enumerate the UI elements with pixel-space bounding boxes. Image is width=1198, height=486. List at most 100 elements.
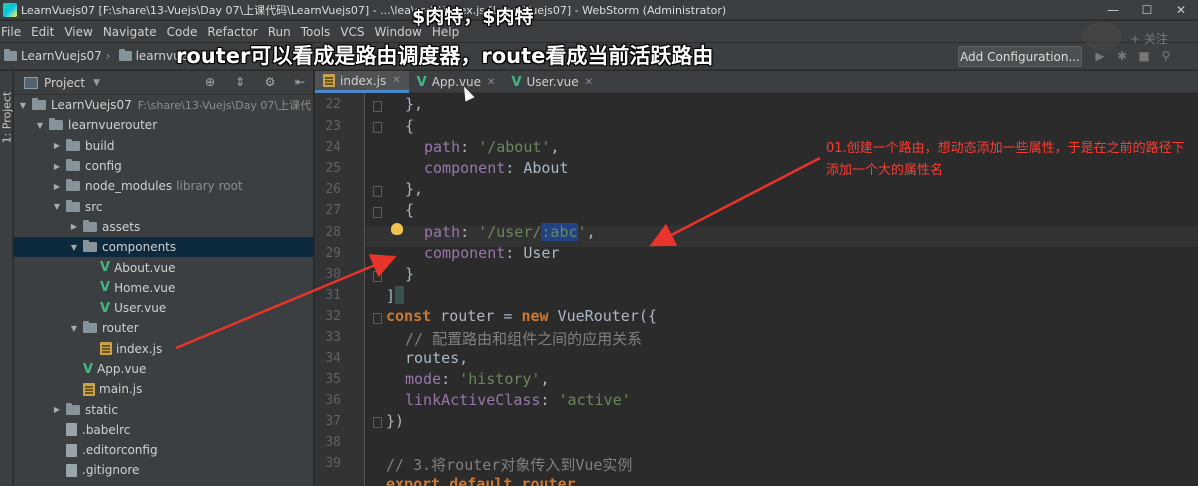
folder-icon bbox=[32, 98, 46, 111]
chevron-down-icon[interactable]: ▼ bbox=[52, 202, 62, 211]
tree-item[interactable]: ▶ node_modules library root bbox=[14, 176, 314, 196]
line-number: 22 bbox=[325, 97, 341, 112]
locate-icon[interactable]: ⊕ bbox=[201, 75, 219, 89]
menu-refactor[interactable]: Refactor bbox=[202, 25, 262, 39]
menu-code[interactable]: Code bbox=[162, 25, 203, 39]
chevron-down-icon[interactable]: ▼ bbox=[93, 78, 100, 88]
tree-item[interactable]: .babelrc bbox=[14, 420, 314, 440]
chevron-right-icon[interactable]: ▶ bbox=[52, 182, 62, 191]
menu-edit[interactable]: Edit bbox=[26, 25, 59, 39]
menu-file[interactable]: File bbox=[0, 25, 26, 39]
editor-tab-label: App.vue bbox=[431, 75, 482, 89]
project-tool-window-button[interactable]: 1: Project bbox=[0, 92, 13, 144]
chevron-right-icon[interactable]: ▶ bbox=[69, 222, 79, 231]
line-number: 37 bbox=[325, 414, 341, 429]
stop-icon[interactable]: ■ bbox=[1136, 49, 1152, 63]
tree-item[interactable]: ▶ assets bbox=[14, 217, 314, 237]
minimize-icon[interactable]: — bbox=[1096, 0, 1130, 20]
editor-tab[interactable]: index.js ✕ bbox=[315, 71, 409, 93]
left-tool-stripe: 1: Project bbox=[0, 71, 13, 486]
tree-item[interactable]: ▼ src bbox=[14, 196, 314, 216]
breadcrumb-separator-icon: › bbox=[105, 49, 111, 63]
line-number: 32 bbox=[325, 309, 341, 324]
code-line-39: // 3.将router对象传入到Vue实例 bbox=[386, 456, 633, 474]
fold-marker-icon[interactable] bbox=[373, 207, 382, 218]
line-number: 36 bbox=[325, 393, 341, 408]
fold-marker-icon[interactable] bbox=[373, 122, 382, 133]
tree-item[interactable]: V Home.vue bbox=[14, 278, 314, 298]
tree-item-label: node_modules bbox=[85, 179, 173, 194]
run-icon[interactable]: ▶ bbox=[1092, 49, 1108, 63]
code-line-31: ] bbox=[386, 286, 405, 305]
line-number: 31 bbox=[325, 288, 341, 303]
tree-item[interactable]: ▼ LearnVuejs07 F:\share\13-Vuejs\Day 07\上课… bbox=[14, 95, 314, 115]
chevron-down-icon[interactable]: ▼ bbox=[18, 101, 28, 110]
project-view-selector[interactable]: Project bbox=[44, 76, 85, 90]
tree-item-label: index.js bbox=[116, 341, 163, 356]
tree-item-hint: F:\share\13-Vuejs\Day 07\上课代 bbox=[137, 99, 312, 113]
tree-item[interactable]: .gitignore bbox=[14, 460, 314, 480]
search-icon[interactable]: ⚲ bbox=[1158, 49, 1174, 63]
chevron-down-icon[interactable]: ▼ bbox=[69, 324, 79, 333]
menu-navigate[interactable]: Navigate bbox=[98, 25, 162, 39]
menu-view[interactable]: View bbox=[59, 25, 97, 39]
tree-item-label: LearnVuejs07 bbox=[51, 98, 132, 113]
close-icon[interactable]: ✕ bbox=[1164, 0, 1198, 20]
line-number: 28 bbox=[325, 225, 341, 240]
fold-marker-icon[interactable] bbox=[373, 313, 382, 324]
close-tab-icon[interactable]: ✕ bbox=[392, 75, 400, 86]
fold-marker-icon[interactable] bbox=[373, 101, 382, 112]
editor-tabs: index.js ✕ V App.vue ✕ V User.vue ✕ bbox=[315, 71, 1198, 93]
hide-icon[interactable]: ⇤ bbox=[291, 75, 309, 89]
tree-item[interactable]: ▶ config bbox=[14, 156, 314, 176]
tree-item[interactable]: index.js bbox=[14, 339, 314, 359]
debug-icon[interactable]: ✱ bbox=[1114, 49, 1130, 63]
tree-item[interactable]: V User.vue bbox=[14, 298, 314, 318]
chevron-right-icon[interactable]: ▶ bbox=[52, 141, 62, 150]
tree-item[interactable]: ▼ components bbox=[14, 237, 314, 258]
fold-marker-icon[interactable] bbox=[373, 417, 382, 428]
tree-item[interactable]: V App.vue bbox=[14, 359, 314, 379]
tree-item[interactable]: ▼ router bbox=[14, 318, 314, 338]
tree-item[interactable]: .editorconfig bbox=[14, 440, 314, 460]
gear-icon[interactable]: ⚙ bbox=[261, 75, 279, 89]
editor-tab-label: User.vue bbox=[526, 75, 579, 89]
project-panel-actions: ⊕ ⇕ ⚙ ⇤ bbox=[189, 75, 309, 89]
chevron-down-icon[interactable]: ▼ bbox=[35, 121, 45, 130]
menu-run[interactable]: Run bbox=[263, 25, 296, 39]
tree-item[interactable]: V About.vue bbox=[14, 257, 314, 277]
breadcrumb-project[interactable]: LearnVuejs07 bbox=[4, 49, 102, 63]
menu-vcs[interactable]: VCS bbox=[335, 25, 369, 39]
tree-item[interactable]: main.js bbox=[14, 379, 314, 399]
vue-file-icon: V bbox=[511, 74, 522, 90]
vue-file-icon: V bbox=[100, 260, 111, 276]
file-icon bbox=[66, 463, 77, 477]
folder-icon bbox=[4, 49, 17, 61]
line-number: 33 bbox=[325, 330, 341, 345]
chevron-right-icon[interactable]: ▶ bbox=[52, 162, 62, 171]
run-configuration-dropdown[interactable]: Add Configuration... bbox=[958, 46, 1082, 67]
code-line-36: linkActiveClass: 'active' bbox=[405, 391, 631, 409]
vue-file-icon: V bbox=[83, 361, 94, 377]
chevron-right-icon[interactable]: ▶ bbox=[52, 405, 62, 414]
tree-item[interactable]: ▶ build bbox=[14, 136, 314, 156]
tree-item[interactable]: ▶ static bbox=[14, 399, 314, 419]
breadcrumb-project-label: LearnVuejs07 bbox=[21, 49, 102, 63]
file-icon bbox=[66, 423, 77, 437]
line-number: 29 bbox=[325, 246, 341, 261]
editor-tab[interactable]: V App.vue ✕ bbox=[409, 71, 504, 93]
tree-item-label: build bbox=[85, 138, 115, 153]
code-line-40: export default router bbox=[386, 475, 576, 486]
tree-item[interactable]: ▼ learnvuerouter bbox=[14, 115, 314, 135]
fold-marker-icon[interactable] bbox=[373, 271, 382, 282]
tree-item-label: User.vue bbox=[114, 301, 167, 316]
chevron-down-icon[interactable]: ▼ bbox=[69, 243, 79, 252]
editor-tab[interactable]: V User.vue ✕ bbox=[503, 71, 601, 93]
collapse-icon[interactable]: ⇕ bbox=[231, 75, 249, 89]
close-tab-icon[interactable]: ✕ bbox=[585, 77, 593, 88]
code-line-24: path: '/about', bbox=[424, 138, 560, 156]
menu-tools[interactable]: Tools bbox=[296, 25, 336, 39]
close-tab-icon[interactable]: ✕ bbox=[487, 77, 495, 88]
fold-marker-icon[interactable] bbox=[373, 186, 382, 197]
maximize-icon[interactable]: ☐ bbox=[1130, 0, 1164, 20]
